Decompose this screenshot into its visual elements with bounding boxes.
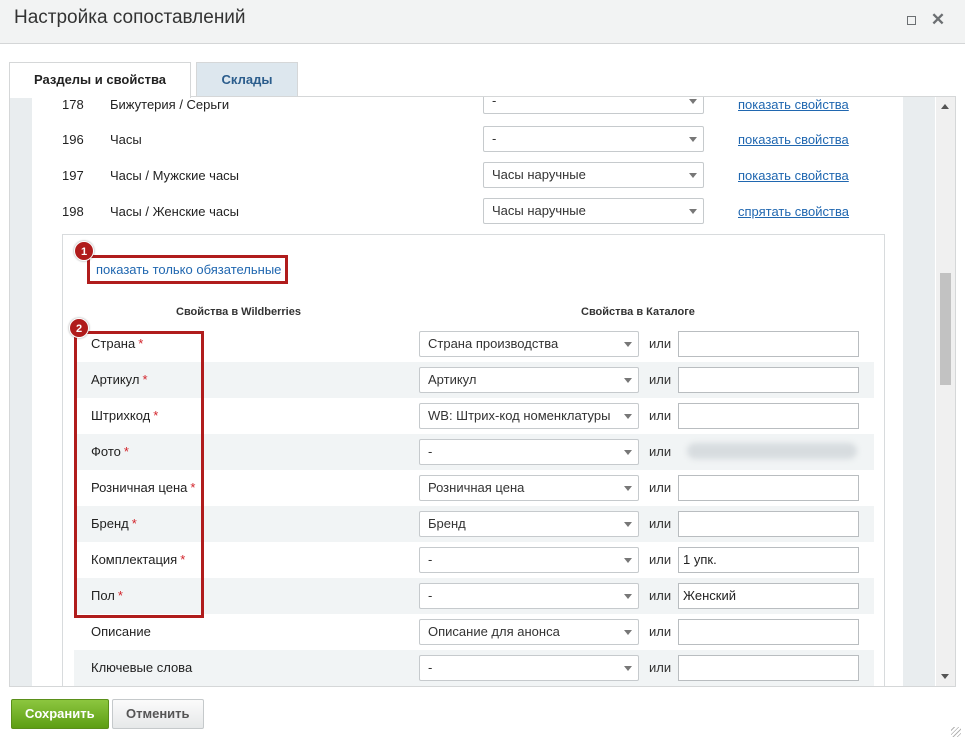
chevron-down-icon: [689, 209, 697, 214]
or-label: или: [649, 588, 672, 603]
chevron-down-icon: [624, 342, 632, 347]
catalog-property-select[interactable]: Страна производства: [419, 331, 639, 357]
category-name: Часы / Женские часы: [110, 204, 239, 219]
chevron-down-icon: [689, 99, 697, 104]
window-titlebar: Настройка сопоставлений ✕: [0, 0, 965, 44]
category-name: Бижутерия / Серьги: [110, 97, 230, 112]
custom-value-input[interactable]: [678, 403, 859, 429]
chevron-down-icon: [624, 450, 632, 455]
catalog-property-select[interactable]: Описание для анонса: [419, 619, 639, 645]
toggle-properties-link[interactable]: показать свойства: [738, 132, 849, 147]
or-label: или: [649, 336, 672, 351]
or-label: или: [649, 516, 672, 531]
or-label: или: [649, 372, 672, 387]
category-name: Часы: [110, 132, 142, 147]
catalog-property-select[interactable]: -: [419, 583, 639, 609]
custom-value-input[interactable]: Женский: [678, 583, 859, 609]
column-header-catalog: Свойства в Каталоге: [581, 306, 695, 318]
scroll-down-icon[interactable]: [941, 674, 949, 679]
catalog-property-select[interactable]: Розничная цена: [419, 475, 639, 501]
category-row: 197 Часы / Мужские часы Часы наручные по…: [32, 162, 903, 204]
category-select[interactable]: -: [483, 97, 704, 114]
annotation-box-2: [74, 331, 204, 618]
catalog-property-select[interactable]: -: [419, 655, 639, 681]
chevron-down-icon: [689, 173, 697, 178]
resize-grip-icon[interactable]: [951, 727, 961, 737]
property-row: Описание Описание для анонса или: [74, 614, 874, 650]
annotation-badge-1: 1: [74, 241, 94, 261]
chevron-down-icon: [689, 137, 697, 142]
dialog-footer: Сохранить Отменить: [0, 688, 965, 741]
chevron-down-icon: [624, 594, 632, 599]
vertical-scrollbar[interactable]: [936, 97, 955, 686]
scroll-up-icon[interactable]: [941, 104, 949, 109]
or-label: или: [649, 624, 672, 639]
custom-value-input[interactable]: [678, 511, 859, 537]
category-id: 198: [62, 204, 84, 219]
chevron-down-icon: [624, 378, 632, 383]
category-select[interactable]: Часы наручные: [483, 162, 704, 188]
annotation-box-1: [87, 255, 288, 284]
chevron-down-icon: [624, 666, 632, 671]
catalog-property-select[interactable]: Бренд: [419, 511, 639, 537]
category-select[interactable]: -: [483, 126, 704, 152]
category-row: 178 Бижутерия / Серьги - показать свойст…: [32, 97, 903, 133]
custom-value-input[interactable]: [678, 367, 859, 393]
catalog-property-select[interactable]: Артикул: [419, 367, 639, 393]
toggle-properties-link[interactable]: показать свойства: [738, 97, 849, 112]
category-id: 196: [62, 132, 84, 147]
property-name: Ключевые слова: [91, 660, 193, 675]
tab-sections-properties[interactable]: Разделы и свойства: [9, 62, 191, 98]
tab-bar: Разделы и свойства Склады: [0, 44, 965, 98]
category-row: 196 Часы - показать свойства: [32, 126, 903, 168]
catalog-property-select[interactable]: WB: Штрих-код номенклатуры: [419, 403, 639, 429]
or-label: или: [649, 660, 672, 675]
chevron-down-icon: [624, 414, 632, 419]
custom-value-input[interactable]: [678, 655, 859, 681]
custom-value-input[interactable]: 1 упк.: [678, 547, 859, 573]
toggle-properties-link[interactable]: спрятать свойства: [738, 204, 849, 219]
annotation-badge-2: 2: [69, 318, 89, 338]
property-name: Описание: [91, 624, 151, 639]
category-select[interactable]: Часы наручные: [483, 198, 704, 224]
or-label: или: [649, 480, 672, 495]
category-id: 197: [62, 168, 84, 183]
or-label: или: [649, 408, 672, 423]
cancel-button[interactable]: Отменить: [112, 699, 204, 729]
custom-value-input[interactable]: [678, 475, 859, 501]
catalog-property-select[interactable]: -: [419, 439, 639, 465]
category-id: 178: [62, 97, 84, 112]
blurred-value: [679, 434, 874, 470]
scrollbar-thumb[interactable]: [940, 273, 951, 385]
close-icon[interactable]: ✕: [929, 11, 947, 29]
save-button[interactable]: Сохранить: [11, 699, 109, 729]
maximize-icon[interactable]: [902, 11, 920, 29]
custom-value-input[interactable]: [678, 619, 859, 645]
toggle-properties-link[interactable]: показать свойства: [738, 168, 849, 183]
property-row: Ключевые слова - или: [74, 650, 874, 686]
custom-value-input[interactable]: [678, 331, 859, 357]
chevron-down-icon: [624, 486, 632, 491]
tab-warehouses[interactable]: Склады: [196, 62, 298, 97]
or-label: или: [649, 552, 672, 567]
catalog-property-select[interactable]: -: [419, 547, 639, 573]
chevron-down-icon: [624, 522, 632, 527]
or-label: или: [649, 444, 672, 459]
chevron-down-icon: [624, 558, 632, 563]
column-header-wildberries: Свойства в Wildberries: [176, 306, 301, 318]
window-title: Настройка сопоставлений: [14, 7, 246, 28]
chevron-down-icon: [624, 630, 632, 635]
category-name: Часы / Мужские часы: [110, 168, 240, 183]
